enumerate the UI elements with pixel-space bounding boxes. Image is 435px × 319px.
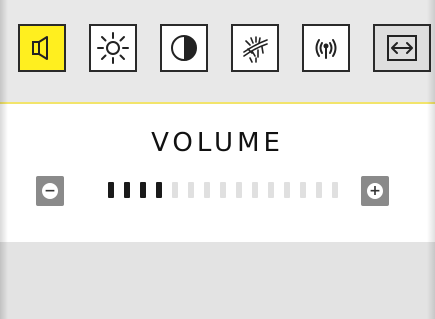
brightness-icon: [97, 32, 129, 64]
volume-tick: [284, 182, 290, 198]
volume-tick: [156, 182, 162, 198]
page-title: VOLUME: [151, 128, 284, 158]
speaker-icon: [32, 36, 48, 60]
volume-tick: [316, 182, 322, 198]
footer-panel: [0, 242, 435, 319]
contrast-icon: [171, 35, 197, 61]
osd-menu: VOLUME − +: [0, 0, 435, 319]
volume-tick: [332, 182, 338, 198]
icon-toolbar: [0, 0, 435, 104]
brightness-tab[interactable]: [89, 24, 137, 72]
phosphor-icon: [243, 36, 268, 63]
horizontal-position-icon: [387, 35, 417, 61]
volume-tab[interactable]: [18, 24, 66, 72]
volume-tick: [172, 182, 178, 198]
minus-icon: −: [42, 183, 58, 199]
plus-icon: +: [367, 183, 383, 199]
main-panel: [0, 104, 435, 242]
volume-slider[interactable]: [108, 179, 340, 201]
increase-button[interactable]: +: [361, 176, 389, 206]
volume-tick: [204, 182, 210, 198]
volume-tick: [108, 182, 114, 198]
volume-tick: [300, 182, 306, 198]
volume-tick: [252, 182, 258, 198]
signal-icon: [315, 39, 337, 59]
decrease-button[interactable]: −: [36, 176, 64, 206]
signal-tab[interactable]: [302, 24, 350, 72]
plus-symbol: +: [369, 183, 381, 199]
volume-tick: [140, 182, 146, 198]
volume-tick: [188, 182, 194, 198]
volume-tick: [268, 182, 274, 198]
volume-tick: [124, 182, 130, 198]
volume-tick: [236, 182, 242, 198]
volume-tick: [220, 182, 226, 198]
horizontal-position-tab[interactable]: [373, 24, 431, 72]
minus-symbol: −: [44, 183, 56, 199]
phosphor-tab[interactable]: [231, 24, 279, 72]
contrast-tab[interactable]: [160, 24, 208, 72]
